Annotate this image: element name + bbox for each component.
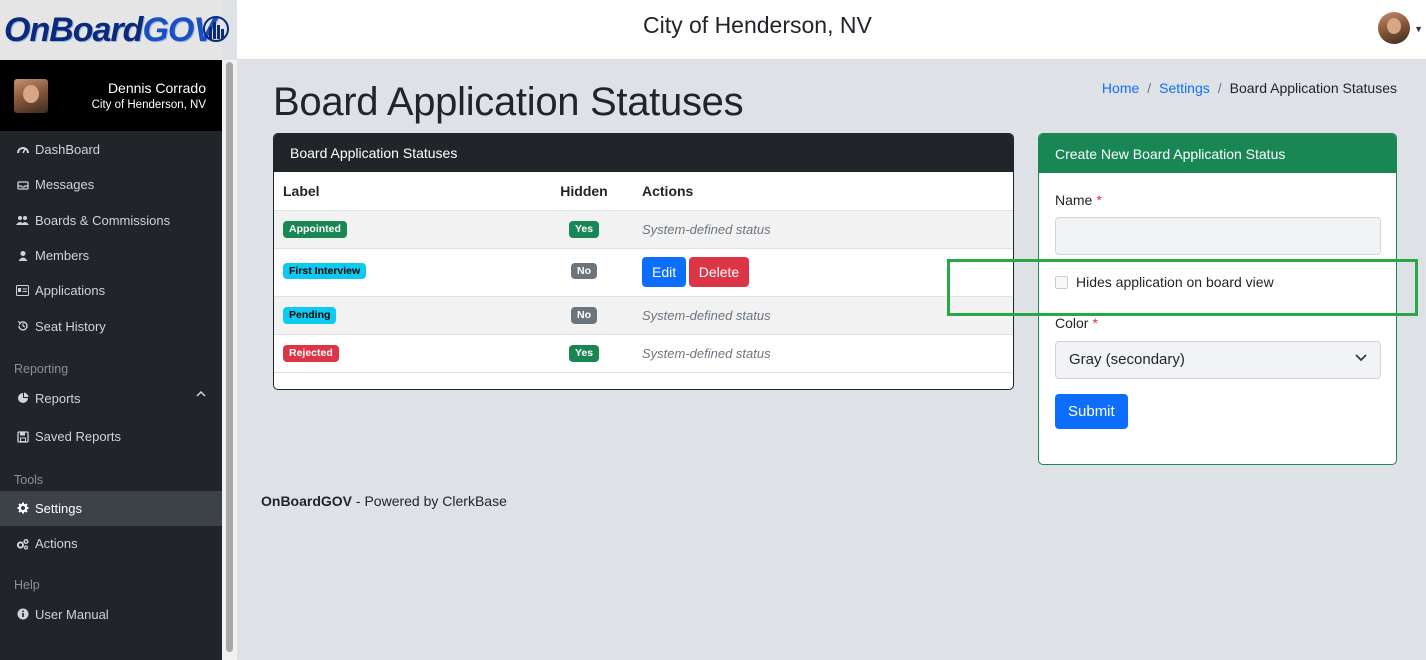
table-row: Appointed Yes System-defined status [274,210,1013,249]
sidebar-item-label: Applications [35,283,106,299]
caret-down-icon[interactable]: ▼ [1414,24,1423,34]
section-tools: Tools [14,472,44,487]
footer-text: - Powered by ClerkBase [352,493,507,509]
statuses-card-title: Board Application Statuses [274,134,1013,172]
user-city: City of Henderson, NV [91,98,206,111]
column-header-label: Label [274,172,544,211]
user-menu-avatar[interactable] [1378,12,1410,44]
sidebar-item-applications[interactable]: Applications [0,273,222,308]
create-status-card-title: Create New Board Application Status [1039,134,1396,173]
color-label: Color * [1055,315,1098,331]
system-defined-text: System-defined status [642,345,771,361]
section-help: Help [14,578,40,593]
name-label-text: Name [1055,192,1093,208]
breadcrumb: Home / Settings / Board Application Statuses [1102,80,1397,96]
scrollbar-thumb[interactable] [226,62,233,652]
highlight-box [947,259,1418,316]
submit-button[interactable]: Submit [1055,394,1128,429]
users-icon [16,214,29,227]
sidebar-item-settings[interactable]: Settings [0,490,222,527]
section-reporting: Reporting [14,361,69,376]
sidebar-item-actions[interactable]: Actions [0,526,222,561]
info-icon [16,608,29,621]
sidebar-item-label: Seat History [35,318,106,334]
required-mark: * [1096,192,1102,208]
user-box: Dennis Corrado City of Henderson, NV [0,60,222,131]
status-badge: Pending [283,307,337,324]
required-mark: * [1092,315,1098,331]
sidebar-item-label: Actions [35,536,78,552]
system-defined-text: System-defined status [642,307,771,323]
table-row: Rejected Yes System-defined status [274,334,1013,373]
breadcrumb-home[interactable]: Home [1102,80,1139,96]
sidebar-item-boards[interactable]: Boards & Commissions [0,203,222,238]
sidebar: OnBoardGOV Dennis Corrado City of Hender… [0,0,230,660]
footer-brand: OnBoardGOV [261,493,353,509]
breadcrumb-separator: / [1147,80,1152,96]
breadcrumb-settings[interactable]: Settings [1159,80,1210,96]
color-label-text: Color [1055,315,1089,331]
table-row: Pending No System-defined status [274,296,1013,335]
save-icon [16,430,29,443]
sidebar-item-label: Saved Reports [35,429,121,445]
page-title: Board Application Statuses [273,80,744,124]
gears-icon [16,537,29,550]
sidebar-item-dashboard[interactable]: DashBoard [0,132,222,167]
sidebar-item-user-manual[interactable]: User Manual [0,596,222,631]
logo-text-part1: OnBoard [4,10,143,49]
sidebar-item-label: Members [35,248,90,264]
status-badge: First Interview [283,262,367,279]
sidebar-item-reports[interactable]: Reports [0,380,222,417]
history-icon [16,320,29,333]
sidebar-scrollbar[interactable] [222,60,237,660]
color-select-value: Gray (secondary) [1069,351,1185,368]
pie-chart-icon [16,392,29,405]
id-card-icon [16,284,29,297]
chevron-down-icon [1355,354,1367,362]
breadcrumb-separator: / [1217,80,1222,96]
avatar [14,78,48,113]
footer: OnBoardGOV - Powered by ClerkBase [261,493,507,509]
table-row: First Interview No Edit Delete [274,248,1013,297]
sidebar-item-label: Messages [35,177,95,193]
sidebar-item-label: Settings [35,500,82,516]
logo-area[interactable]: OnBoardGOV [0,0,230,60]
name-input[interactable] [1055,217,1381,255]
dashboard-icon [16,143,29,156]
chevron-up-icon[interactable] [196,389,206,401]
sidebar-item-label: Reports [35,390,81,406]
hidden-badge: Yes [568,345,600,362]
onboardgov-logo[interactable]: OnBoardGOV [4,10,230,50]
hidden-badge: No [571,307,597,324]
column-header-actions: Actions [624,172,1013,211]
status-badge: Appointed [283,221,347,238]
status-badge: Rejected [283,345,339,362]
sidebar-item-label: DashBoard [35,142,101,158]
delete-button[interactable]: Delete [688,257,750,287]
sidebar-item-messages[interactable]: Messages [0,167,222,202]
statuses-card: Board Application Statuses Label Hidden … [273,133,1014,390]
sidebar-item-label: User Manual [35,606,109,622]
sidebar-item-seat-history[interactable]: Seat History [0,308,222,343]
site-title: City of Henderson, NV [643,12,872,38]
system-defined-text: System-defined status [642,221,771,237]
inbox-icon [16,178,29,191]
skyline-icon [203,15,230,42]
edit-button[interactable]: Edit [642,257,687,287]
breadcrumb-current: Board Application Statuses [1229,80,1397,96]
color-select[interactable]: Gray (secondary) [1055,341,1381,379]
hidden-badge: No [571,262,597,279]
statuses-table: Label Hidden Actions Appointed Yes Syste… [274,172,1013,373]
sidebar-nav: DashBoard Messages Boards & Commissions … [0,131,222,632]
user-name: Dennis Corrado [107,79,206,96]
gear-icon [16,502,29,515]
sidebar-item-saved-reports[interactable]: Saved Reports [0,417,222,457]
column-header-hidden: Hidden [544,172,624,211]
user-icon [16,249,29,262]
hidden-badge: Yes [568,221,600,238]
top-bar: City of Henderson, NV ▼ [237,0,1426,60]
name-label: Name * [1055,192,1102,208]
sidebar-item-members[interactable]: Members [0,238,222,273]
sidebar-item-label: Boards & Commissions [35,212,171,228]
